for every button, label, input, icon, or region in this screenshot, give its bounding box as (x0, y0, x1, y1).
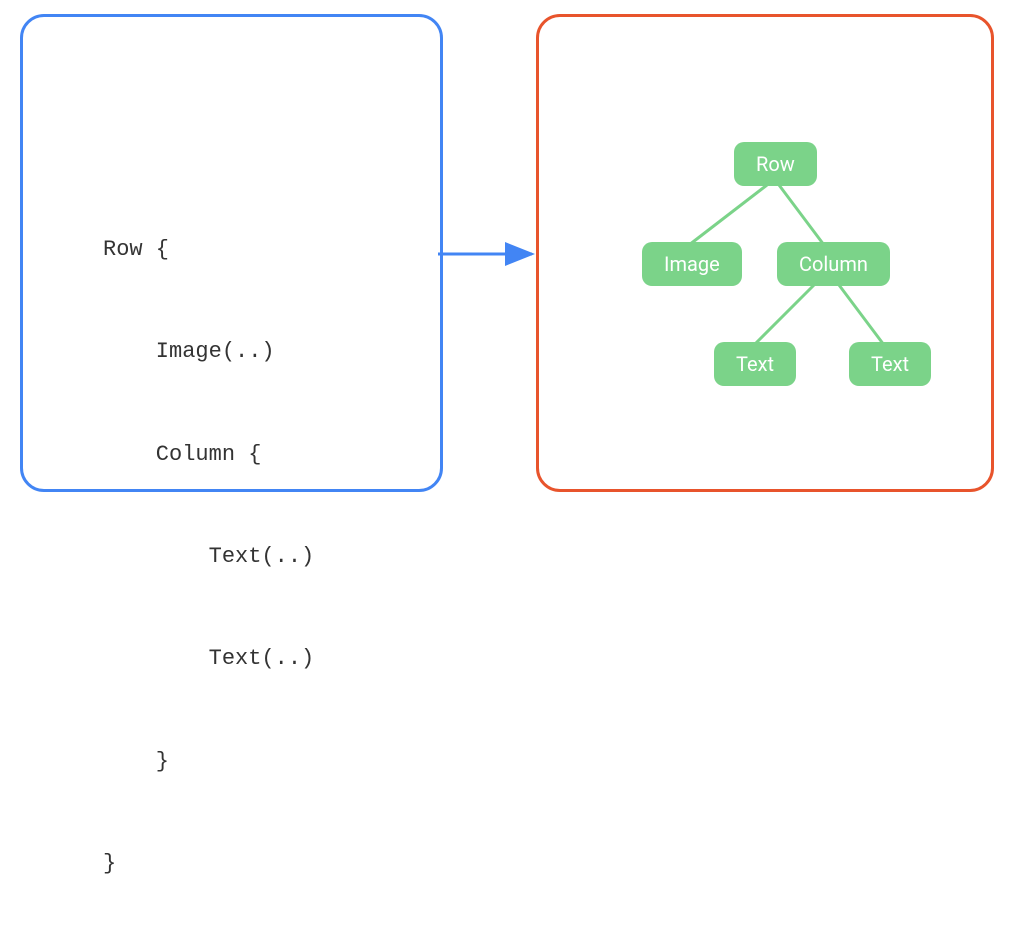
code-line: } (103, 847, 314, 881)
code-panel: Row { Image(..) Column { Text(..) Text(.… (20, 14, 443, 492)
code-line: Row { (103, 233, 314, 267)
tree-edges (539, 17, 991, 489)
tree-diagram: Row Image Column Text Text (539, 17, 991, 489)
code-line: Text(..) (103, 642, 314, 676)
tree-node-column: Column (777, 242, 890, 286)
code-block: Row { Image(..) Column { Text(..) Text(.… (103, 165, 314, 949)
code-line: Text(..) (103, 540, 314, 574)
tree-node-image: Image (642, 242, 742, 286)
code-line: } (103, 745, 314, 779)
arrow-right-icon (436, 236, 546, 272)
code-line: Column { (103, 438, 314, 472)
tree-node-row: Row (734, 142, 817, 186)
tree-node-text: Text (849, 342, 931, 386)
code-line: Image(..) (103, 335, 314, 369)
tree-panel: Row Image Column Text Text (536, 14, 994, 492)
tree-node-text: Text (714, 342, 796, 386)
